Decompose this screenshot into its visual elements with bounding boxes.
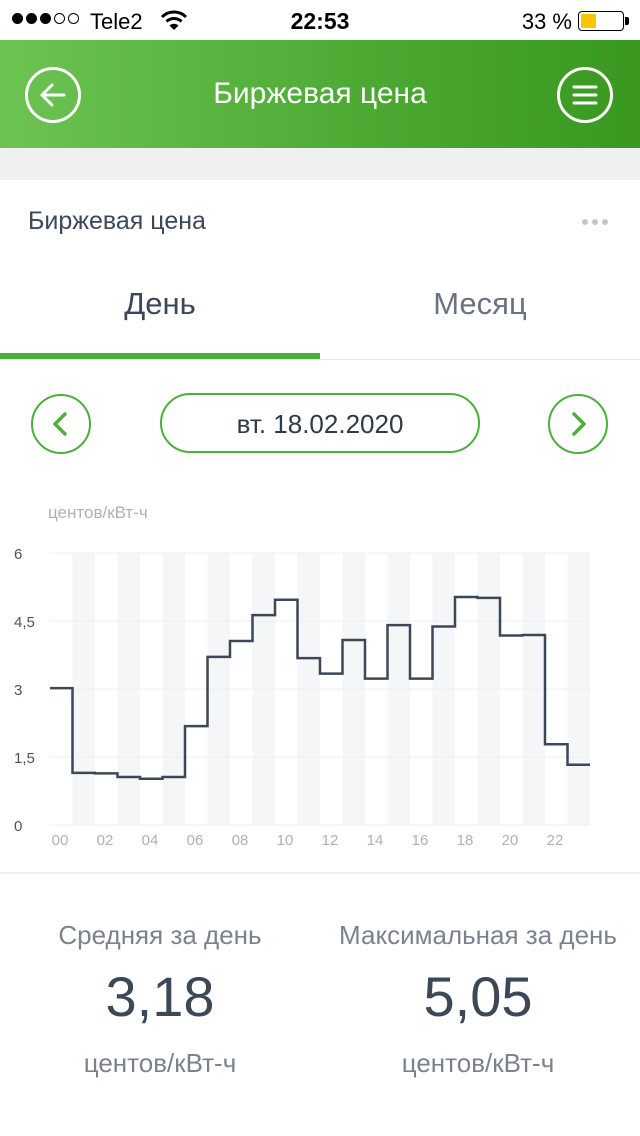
next-day-button[interactable]	[548, 394, 608, 454]
price-chart: центов/кВт-ч 0 1,5 3 4,5 6 00 02 04 06 08 10 12 14 1…	[14, 503, 590, 849]
x-tick-label: 08	[232, 832, 249, 849]
battery-percentage: 33 %	[521, 9, 572, 34]
y-tick-label: 1,5	[14, 750, 35, 767]
y-axis-label: центов/кВт-ч	[48, 503, 148, 522]
max-unit: центов/кВт-ч	[401, 1048, 555, 1078]
tab-month[interactable]: Месяц	[320, 260, 640, 360]
hamburger-icon	[572, 85, 598, 105]
y-tick-label: 4,5	[14, 614, 35, 631]
x-tick-label: 12	[322, 832, 339, 849]
active-tab-indicator	[0, 353, 320, 359]
max-value: 5,05	[423, 965, 533, 1028]
average-label: Средняя за день	[58, 920, 262, 950]
battery-cap	[625, 17, 629, 25]
period-tabs: День Месяц	[0, 260, 640, 360]
section-separator	[0, 148, 640, 180]
max-price-stat: Максимальная за день 5,05 центов/кВт-ч	[318, 920, 638, 1079]
x-tick-label: 22	[547, 832, 564, 849]
chevron-right-icon	[572, 412, 586, 436]
status-bar: Tele2 22:53 33 %	[0, 0, 640, 40]
widget-title: Биржевая цена	[28, 207, 206, 235]
average-value: 3,18	[105, 965, 215, 1028]
more-options-icon[interactable]	[582, 219, 608, 225]
x-tick-label: 20	[502, 832, 519, 849]
max-label: Максимальная за день	[339, 920, 617, 950]
app-header: Биржевая цена	[0, 40, 640, 148]
average-price-stat: Средняя за день 3,18 центов/кВт-ч	[0, 920, 320, 1079]
x-tick-label: 14	[367, 832, 384, 849]
header-title: Биржевая цена	[213, 77, 427, 110]
y-tick-label: 3	[14, 682, 22, 699]
y-tick-label: 6	[14, 546, 22, 563]
x-tick-label: 00	[52, 832, 69, 849]
date-selector[interactable]: вт. 18.02.2020	[160, 393, 480, 453]
x-tick-label: 04	[142, 832, 159, 849]
menu-button[interactable]	[557, 67, 613, 123]
y-tick-label: 0	[14, 818, 22, 835]
average-unit: центов/кВт-ч	[83, 1048, 237, 1078]
x-tick-label: 18	[457, 832, 474, 849]
stats-divider	[0, 872, 640, 874]
previous-day-button[interactable]	[31, 394, 91, 454]
x-tick-label: 16	[412, 832, 429, 849]
tab-day[interactable]: День	[0, 260, 320, 360]
chevron-left-icon	[53, 412, 67, 436]
x-tick-label: 10	[277, 832, 294, 849]
battery-icon	[578, 11, 624, 31]
x-tick-label: 06	[187, 832, 204, 849]
x-tick-label: 02	[97, 832, 114, 849]
